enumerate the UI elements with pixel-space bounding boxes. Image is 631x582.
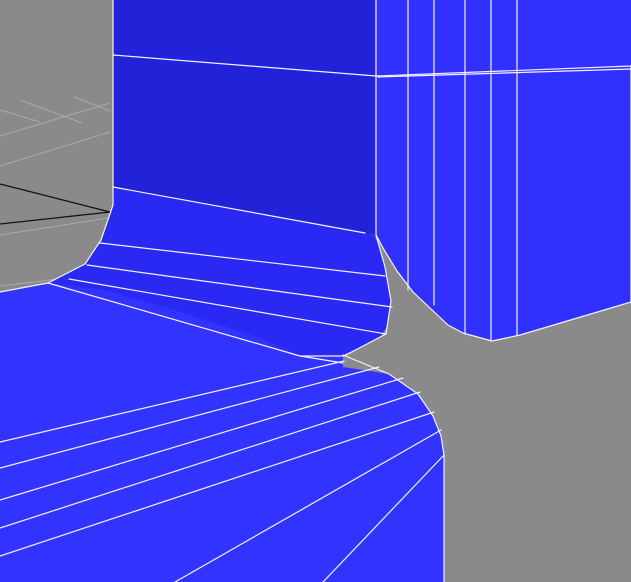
viewport-canvas[interactable] xyxy=(0,0,631,582)
mesh-right-column[interactable] xyxy=(376,0,631,341)
3d-viewport[interactable] xyxy=(0,0,631,582)
